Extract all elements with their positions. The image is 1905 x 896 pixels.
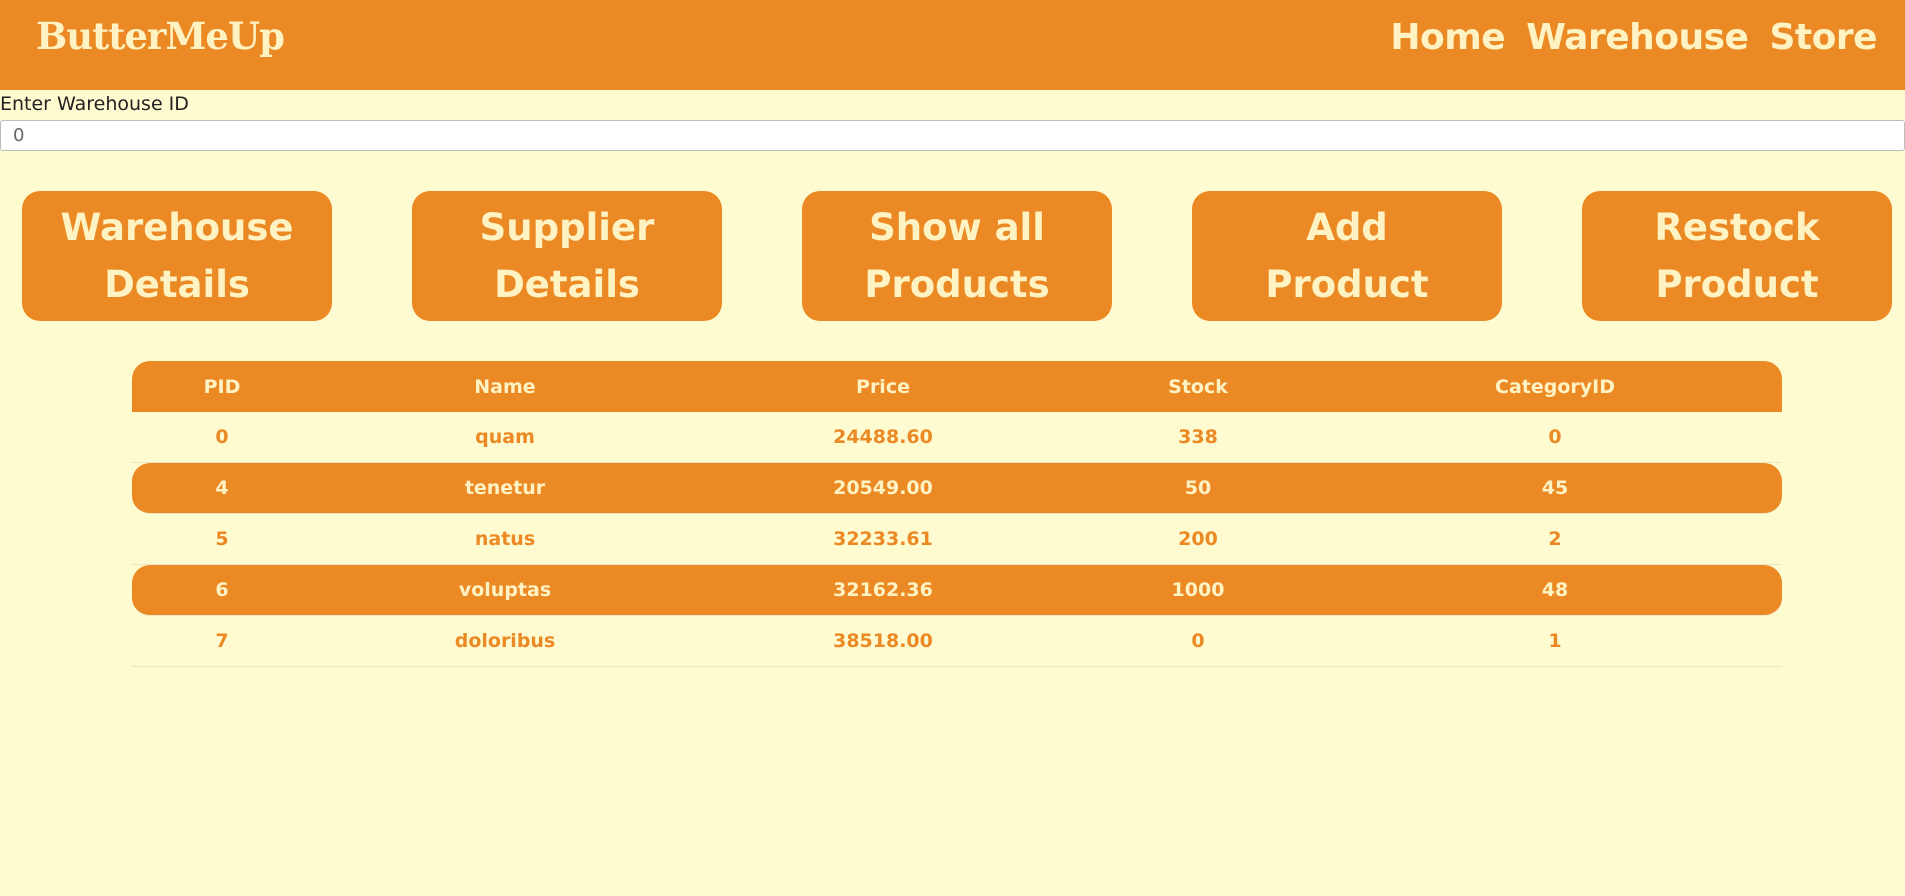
cell-categoryid: 48 — [1541, 579, 1569, 601]
table-row: 0 quam 24488.60 338 0 — [132, 412, 1782, 463]
nav-link-store[interactable]: Store — [1769, 17, 1877, 58]
supplier-details-line2: Details — [494, 263, 640, 306]
warehouse-id-label: Enter Warehouse ID — [0, 93, 189, 115]
cell-stock: 50 — [1184, 477, 1212, 499]
restock-product-line1: Restock — [1654, 206, 1820, 249]
cell-stock: 1000 — [1171, 579, 1225, 601]
cell-categoryid: 2 — [1548, 528, 1562, 550]
cell-price: 32233.61 — [833, 528, 933, 550]
add-product-line1: Add — [1306, 206, 1388, 249]
cell-pid: 4 — [215, 477, 229, 499]
cell-name: voluptas — [458, 579, 552, 601]
cell-price: 38518.00 — [833, 630, 933, 652]
cell-categoryid: 45 — [1541, 477, 1569, 499]
add-product-line2: Product — [1265, 263, 1429, 306]
restock-product-line2: Product — [1655, 263, 1819, 306]
column-header-name: Name — [474, 375, 536, 398]
cell-name: natus — [474, 528, 536, 550]
column-header-stock: Stock — [1168, 375, 1228, 398]
cell-name: tenetur — [464, 477, 546, 499]
cell-categoryid: 1 — [1548, 630, 1562, 652]
brand-logo[interactable]: ButterMeUp — [36, 14, 285, 58]
cell-price: 32162.36 — [833, 579, 933, 601]
cell-stock: 200 — [1178, 528, 1218, 550]
table-header-row: PID Name Price Stock CategoryID — [132, 361, 1782, 412]
cell-stock: 338 — [1178, 426, 1218, 448]
cell-pid: 5 — [215, 528, 229, 550]
warehouse-details-button[interactable]: Warehouse Details — [22, 191, 332, 321]
show-all-products-button[interactable]: Show all Products — [802, 191, 1112, 321]
cell-stock: 0 — [1191, 630, 1205, 652]
column-header-categoryid: CategoryID — [1495, 375, 1615, 398]
table-row: 5 natus 32233.61 200 2 — [132, 514, 1782, 565]
nav-links: Home Warehouse Store — [1390, 17, 1877, 58]
action-buttons: Warehouse Details Supplier Details Show … — [22, 191, 1892, 321]
table-row: 6 voluptas 32162.36 1000 48 — [132, 565, 1782, 616]
products-table: PID Name Price Stock CategoryID 0 quam 2… — [132, 361, 1782, 667]
table-row: 4 tenetur 20549.00 50 45 — [132, 463, 1782, 514]
cell-name: doloribus — [454, 630, 556, 652]
warehouse-id-input[interactable] — [0, 120, 1905, 151]
warehouse-details-line2: Details — [104, 263, 250, 306]
supplier-details-line1: Supplier — [479, 206, 655, 249]
cell-name: quam — [475, 426, 535, 448]
restock-product-button[interactable]: Restock Product — [1582, 191, 1892, 321]
cell-categoryid: 0 — [1548, 426, 1562, 448]
cell-pid: 7 — [215, 630, 229, 652]
cell-pid: 0 — [215, 426, 229, 448]
warehouse-details-line1: Warehouse — [60, 206, 294, 249]
table-row: 7 doloribus 38518.00 0 1 — [132, 616, 1782, 667]
add-product-button[interactable]: Add Product — [1192, 191, 1502, 321]
column-header-price: Price — [856, 375, 910, 398]
supplier-details-button[interactable]: Supplier Details — [412, 191, 722, 321]
navbar: ButterMeUp Home Warehouse Store — [0, 0, 1905, 90]
cell-price: 24488.60 — [833, 426, 933, 448]
cell-price: 20549.00 — [833, 477, 933, 499]
cell-pid: 6 — [215, 579, 229, 601]
nav-link-warehouse[interactable]: Warehouse — [1526, 17, 1749, 58]
nav-link-home[interactable]: Home — [1390, 17, 1505, 58]
show-all-products-line1: Show all — [869, 206, 1045, 249]
show-all-products-line2: Products — [864, 263, 1050, 306]
column-header-pid: PID — [203, 375, 241, 398]
